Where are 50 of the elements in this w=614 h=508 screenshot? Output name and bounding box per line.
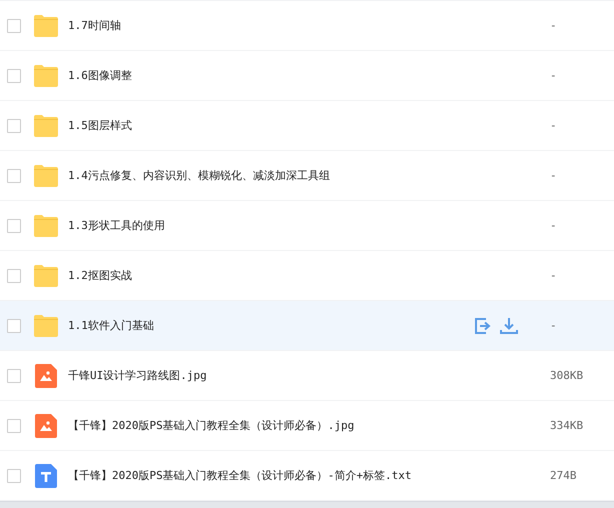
checkbox[interactable] (7, 268, 21, 282)
text-file-icon (34, 464, 58, 488)
file-name[interactable]: 1.2抠图实战 (68, 268, 510, 283)
checkbox[interactable] (7, 68, 21, 82)
file-name[interactable]: 【千锋】2020版PS基础入门教程全集（设计师必备）-简介+标签.txt (68, 468, 510, 483)
file-size: 334KB (550, 419, 584, 432)
file-row[interactable]: 【千锋】2020版PS基础入门教程全集（设计师必备）.jpg 334KB (0, 401, 614, 451)
checkbox[interactable] (7, 418, 21, 432)
image-file-icon (34, 364, 58, 388)
file-size: - (550, 269, 558, 282)
file-name[interactable]: 1.5图层样式 (68, 118, 510, 133)
folder-icon (34, 114, 58, 138)
share-icon[interactable] (474, 316, 492, 334)
file-name[interactable]: 千锋UI设计学习路线图.jpg (68, 368, 510, 383)
file-row[interactable]: 1.1软件入门基础 - (0, 301, 614, 351)
image-file-icon (34, 414, 58, 438)
file-row[interactable]: 1.3形状工具的使用 - (0, 201, 614, 251)
file-name[interactable]: 【千锋】2020版PS基础入门教程全集（设计师必备）.jpg (68, 418, 510, 433)
folder-icon (34, 14, 58, 38)
file-size: - (550, 69, 558, 82)
file-name[interactable]: 1.4污点修复、内容识别、模糊锐化、减淡加深工具组 (68, 168, 510, 183)
checkbox[interactable] (7, 218, 21, 232)
file-row[interactable]: 1.7时间轴 - (0, 1, 614, 51)
folder-icon (34, 64, 58, 88)
folder-icon (34, 264, 58, 288)
file-name[interactable]: 1.3形状工具的使用 (68, 218, 510, 233)
file-size: 274B (550, 469, 578, 482)
file-row[interactable]: 1.6图像调整 - (0, 51, 614, 101)
folder-icon (34, 314, 58, 338)
checkbox[interactable] (7, 368, 21, 382)
checkbox[interactable] (7, 18, 21, 32)
file-row[interactable]: 1.5图层样式 - (0, 101, 614, 151)
checkbox[interactable] (7, 118, 21, 132)
download-icon[interactable] (500, 316, 518, 334)
folder-icon (34, 214, 58, 238)
file-size: - (550, 319, 558, 332)
checkbox[interactable] (7, 168, 21, 182)
checkbox[interactable] (7, 318, 21, 332)
file-size: - (550, 19, 558, 32)
checkbox[interactable] (7, 468, 21, 482)
file-size: 308KB (550, 369, 584, 382)
file-name[interactable]: 1.1软件入门基础 (68, 318, 466, 333)
file-name[interactable]: 1.7时间轴 (68, 18, 510, 33)
file-name[interactable]: 1.6图像调整 (68, 68, 510, 83)
file-size: - (550, 219, 558, 232)
file-size: - (550, 169, 558, 182)
folder-icon (34, 164, 58, 188)
file-size: - (550, 119, 558, 132)
file-row[interactable]: 千锋UI设计学习路线图.jpg 308KB (0, 351, 614, 401)
file-row[interactable]: 1.4污点修复、内容识别、模糊锐化、减淡加深工具组 - (0, 151, 614, 201)
